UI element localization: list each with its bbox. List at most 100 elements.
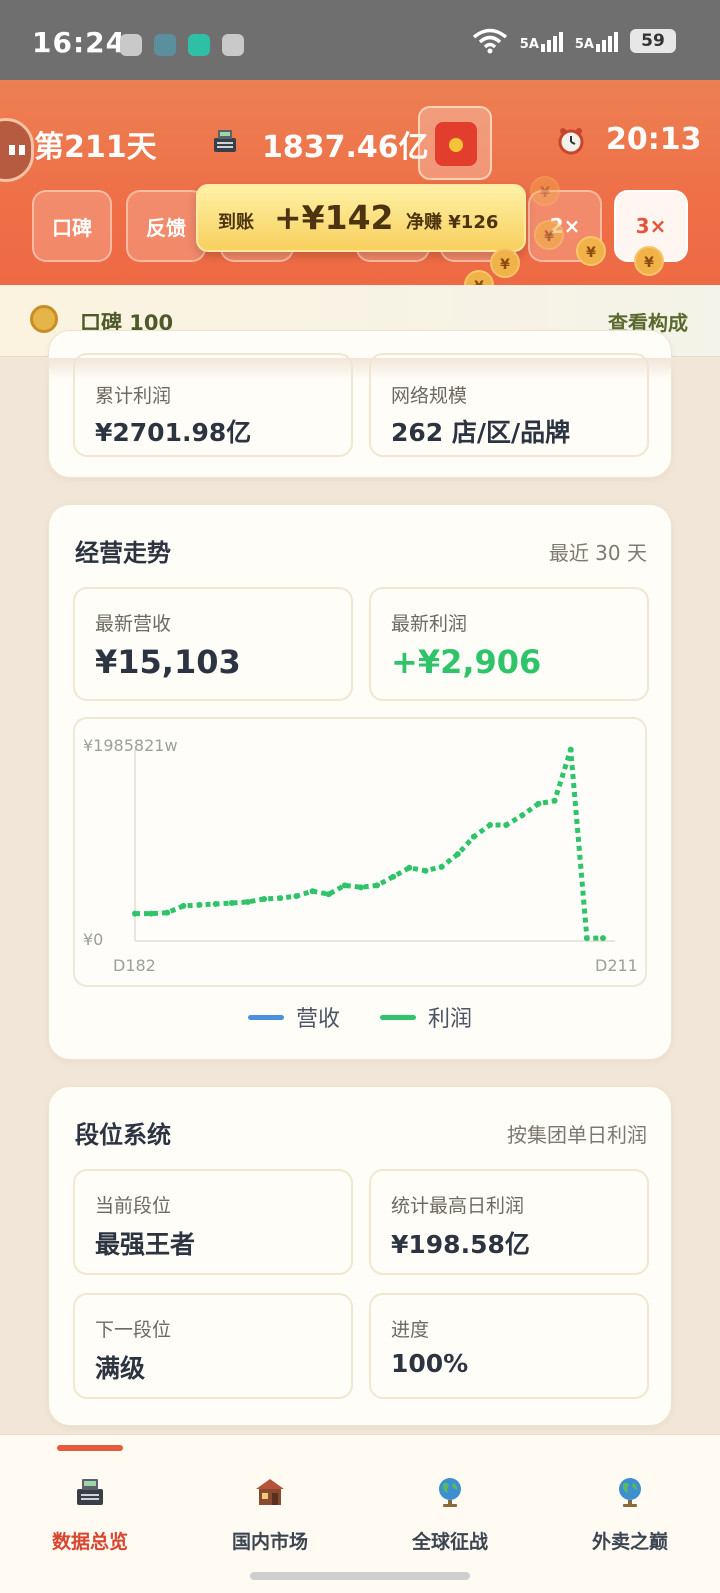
nav-item-global[interactable]: 全球征战	[365, 1475, 535, 1554]
rank-subtitle: 按集团单日利润	[507, 1123, 647, 1147]
stat-value: 262 店/区/品牌	[391, 418, 571, 447]
data-point	[374, 882, 381, 889]
nav-item-domestic[interactable]: 国内市场	[185, 1475, 355, 1554]
x-tick-label: D211	[595, 956, 638, 975]
status-time: 16:24	[32, 26, 127, 59]
floating-coin-icon: ¥	[634, 246, 664, 276]
red-packet-button[interactable]	[418, 106, 492, 180]
globe-icon	[619, 1478, 641, 1507]
stat-value: 最强王者	[95, 1230, 196, 1259]
legend-label: 利润	[428, 1007, 473, 1032]
nav-item-delivery[interactable]: 外卖之巅	[545, 1475, 715, 1554]
home-indicator[interactable]	[250, 1572, 470, 1580]
trend-chart: ¥1985821w ¥0 D182 D211	[73, 717, 647, 987]
nav-item-overview[interactable]: 数据总览	[5, 1475, 175, 1554]
alarm-clock-icon	[558, 128, 584, 155]
data-point	[583, 935, 590, 942]
best-daily-profit-stat: 统计最高日利润 ¥198.58亿	[369, 1169, 649, 1275]
cash-register-icon	[77, 1479, 103, 1505]
game-clock: 20:13	[606, 122, 702, 157]
signal-icon: 5A	[520, 30, 563, 52]
day-counter: 第211天	[34, 130, 157, 165]
data-point	[148, 910, 155, 917]
stat-label: 统计最高日利润	[391, 1195, 525, 1217]
stat-label: 累计利润	[95, 385, 172, 407]
data-point	[341, 882, 348, 889]
signal-icon: 5A	[575, 30, 618, 52]
toast-net-label: 净赚 ¥126	[406, 212, 499, 233]
cash-register-icon	[214, 130, 236, 152]
money-total: 1837.46亿	[262, 130, 429, 165]
data-point	[180, 902, 187, 909]
status-bar: 16:24 5A 5A 59	[0, 0, 720, 80]
floating-coin-icon: ¥	[576, 236, 606, 266]
shop-icon	[256, 1479, 284, 1505]
data-point	[438, 863, 445, 870]
data-point	[600, 935, 606, 942]
rank-title: 段位系统	[75, 1121, 171, 1149]
signal-label: 5A	[574, 37, 594, 52]
data-point	[454, 851, 461, 858]
x-tick-label: D182	[113, 956, 156, 975]
latest-revenue-stat: 最新营收 ¥15,103	[73, 587, 353, 701]
notification-app-icon	[120, 34, 142, 56]
nav-label: 国内市场	[231, 1531, 308, 1553]
current-rank-stat: 当前段位 最强王者	[73, 1169, 353, 1275]
floating-coin-icon: ¥	[530, 176, 560, 206]
stat-label: 网络规模	[391, 385, 468, 407]
wifi-icon	[472, 28, 507, 54]
nav-label: 外卖之巅	[591, 1531, 668, 1553]
red-packet-icon	[435, 122, 477, 166]
legend-swatch	[247, 1014, 284, 1020]
stat-value: ¥15,103	[95, 643, 241, 681]
rank-card: 段位系统 按集团单日利润 当前段位 最强王者 统计最高日利润 ¥198.58亿 …	[48, 1086, 672, 1426]
globe-icon	[439, 1478, 461, 1507]
data-point	[212, 900, 219, 907]
data-point	[357, 884, 364, 891]
data-point	[470, 833, 477, 840]
avatar[interactable]	[0, 118, 34, 182]
signal-label: 5A	[519, 37, 539, 52]
scroll-fade	[0, 358, 720, 380]
data-point	[261, 896, 268, 903]
data-point	[132, 910, 138, 917]
reputation-tab[interactable]: 口碑	[32, 190, 112, 262]
latest-profit-stat: 最新利润 +¥2,906	[369, 587, 649, 701]
data-point	[487, 821, 494, 828]
notification-app-icon	[154, 34, 176, 56]
data-point	[309, 888, 316, 895]
nav-label: 数据总览	[51, 1531, 128, 1553]
battery-icon: 59	[630, 29, 676, 53]
feedback-tab[interactable]: 反馈	[126, 190, 206, 262]
data-point	[277, 895, 284, 902]
y-tick-label: ¥0	[83, 930, 103, 949]
data-point	[293, 893, 300, 900]
nav-label: 全球征战	[411, 1531, 488, 1553]
stat-label: 当前段位	[95, 1195, 172, 1217]
data-point	[503, 821, 510, 828]
floating-coin-icon: ¥	[534, 220, 564, 250]
stat-value: 满级	[95, 1354, 146, 1383]
stat-label: 最新营收	[95, 613, 172, 635]
trend-chart-svg: ¥1985821w ¥0 D182 D211	[83, 736, 638, 975]
medal-icon	[30, 305, 58, 333]
chart-legend: 营收 利润	[49, 1001, 671, 1033]
data-point	[228, 900, 235, 907]
bottom-nav: 数据总览 国内市场 全球征战 外卖之巅	[0, 1434, 720, 1593]
legend-item-revenue[interactable]: 营收	[247, 1001, 340, 1033]
stat-label: 进度	[391, 1319, 430, 1341]
next-rank-stat: 下一段位 满级	[73, 1293, 353, 1399]
toast-arrival-label: 到账	[218, 212, 254, 233]
data-point	[567, 746, 574, 753]
data-point	[164, 909, 171, 916]
notification-app-icon	[188, 34, 210, 56]
data-point	[325, 891, 332, 898]
stat-label: 最新利润	[391, 613, 468, 635]
game-header: 第211天 1837.46亿 20:13 口碑 反馈 2× 3× 到账 +¥14…	[0, 80, 720, 300]
data-point	[551, 797, 558, 804]
legend-swatch	[380, 1014, 416, 1020]
legend-item-profit[interactable]: 利润	[380, 1001, 472, 1033]
stat-value: ¥2701.98亿	[95, 418, 252, 447]
stat-value: 100%	[391, 1349, 469, 1378]
progress-stat: 进度 100%	[369, 1293, 649, 1399]
